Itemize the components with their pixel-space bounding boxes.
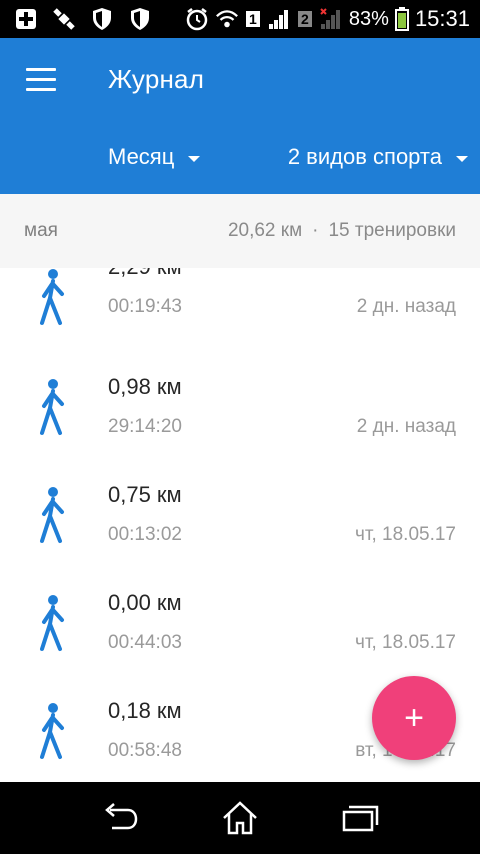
recents-icon[interactable] [340, 800, 380, 836]
home-icon[interactable] [220, 800, 260, 836]
status-bar-right: 1 2 83% 15:31 [185, 6, 470, 32]
workout-duration: 29:14:20 [108, 416, 182, 437]
workout-date: 2 дн. назад [356, 296, 456, 317]
signal-icon [267, 7, 291, 31]
sports-dropdown[interactable]: 2 видов спорта [288, 144, 468, 170]
sim1-badge: 1 [245, 7, 261, 31]
menu-icon[interactable] [26, 68, 58, 94]
shield-icon [128, 7, 152, 31]
workout-duration: 00:19:43 [108, 296, 182, 317]
workout-date: чт, 18.05.17 [354, 524, 456, 545]
workout-duration: 00:58:48 [108, 740, 182, 761]
summary-workouts: 15 тренировки [328, 220, 456, 241]
summary-separator: · [312, 220, 319, 241]
back-icon[interactable] [100, 800, 140, 836]
chevron-down-icon [456, 156, 468, 162]
period-dropdown[interactable]: Месяц [108, 144, 201, 170]
satellite-icon [52, 7, 76, 31]
system-nav-bar [0, 782, 480, 854]
signal-icon [319, 7, 343, 31]
workout-date: чт, 18.05.17 [354, 632, 456, 653]
page-title: Журнал [108, 64, 205, 94]
alarm-icon [185, 7, 209, 31]
workout-distance: 2,29 км [108, 268, 182, 280]
workout-distance: 0,18 км [108, 698, 182, 723]
shield-icon [90, 7, 114, 31]
walking-icon [40, 269, 64, 325]
workout-distance: 0,98 км [108, 374, 182, 399]
app-bar: Журнал Месяц 2 видов спорта [0, 38, 480, 194]
workout-duration: 00:44:03 [108, 632, 182, 653]
walking-icon [40, 595, 64, 651]
workout-distance: 0,00 км [108, 590, 182, 615]
walking-icon [40, 379, 64, 435]
list-item[interactable]: 0,75 км 00:13:02 чт, 18.05.17 [0, 470, 480, 578]
status-bar-left [14, 7, 152, 31]
battery-percent: 83% [348, 7, 389, 30]
walking-icon [40, 487, 64, 543]
summary-month: мая [24, 220, 58, 241]
chevron-down-icon [188, 156, 201, 162]
add-box-icon [14, 7, 38, 31]
period-dropdown-label: Месяц [108, 144, 175, 169]
walking-icon [40, 703, 64, 759]
wifi-icon [215, 7, 239, 31]
summary-stats: 20,62 км · 15 тренировки [228, 220, 456, 242]
sim2-badge: 2 [297, 7, 313, 31]
add-workout-button[interactable]: + [372, 676, 456, 760]
workout-distance: 0,75 км [108, 482, 182, 507]
workout-date: 2 дн. назад [356, 416, 456, 437]
workout-duration: 00:13:02 [108, 524, 182, 545]
list-item[interactable]: 0,98 км 29:14:20 2 дн. назад [0, 362, 480, 470]
status-bar: 1 2 83% 15:31 [0, 0, 480, 38]
sports-dropdown-label: 2 видов спорта [287, 144, 442, 169]
list-item[interactable]: 0,00 км 00:44:03 чт, 18.05.17 [0, 578, 480, 686]
summary-distance: 20,62 км [227, 220, 303, 241]
plus-icon: + [404, 699, 424, 737]
clock: 15:31 [414, 6, 470, 31]
battery-icon [394, 7, 409, 31]
month-summary: мая 20,62 км · 15 тренировки [0, 194, 480, 269]
list-item[interactable]: 2,29 км 00:19:43 2 дн. назад [0, 268, 480, 362]
